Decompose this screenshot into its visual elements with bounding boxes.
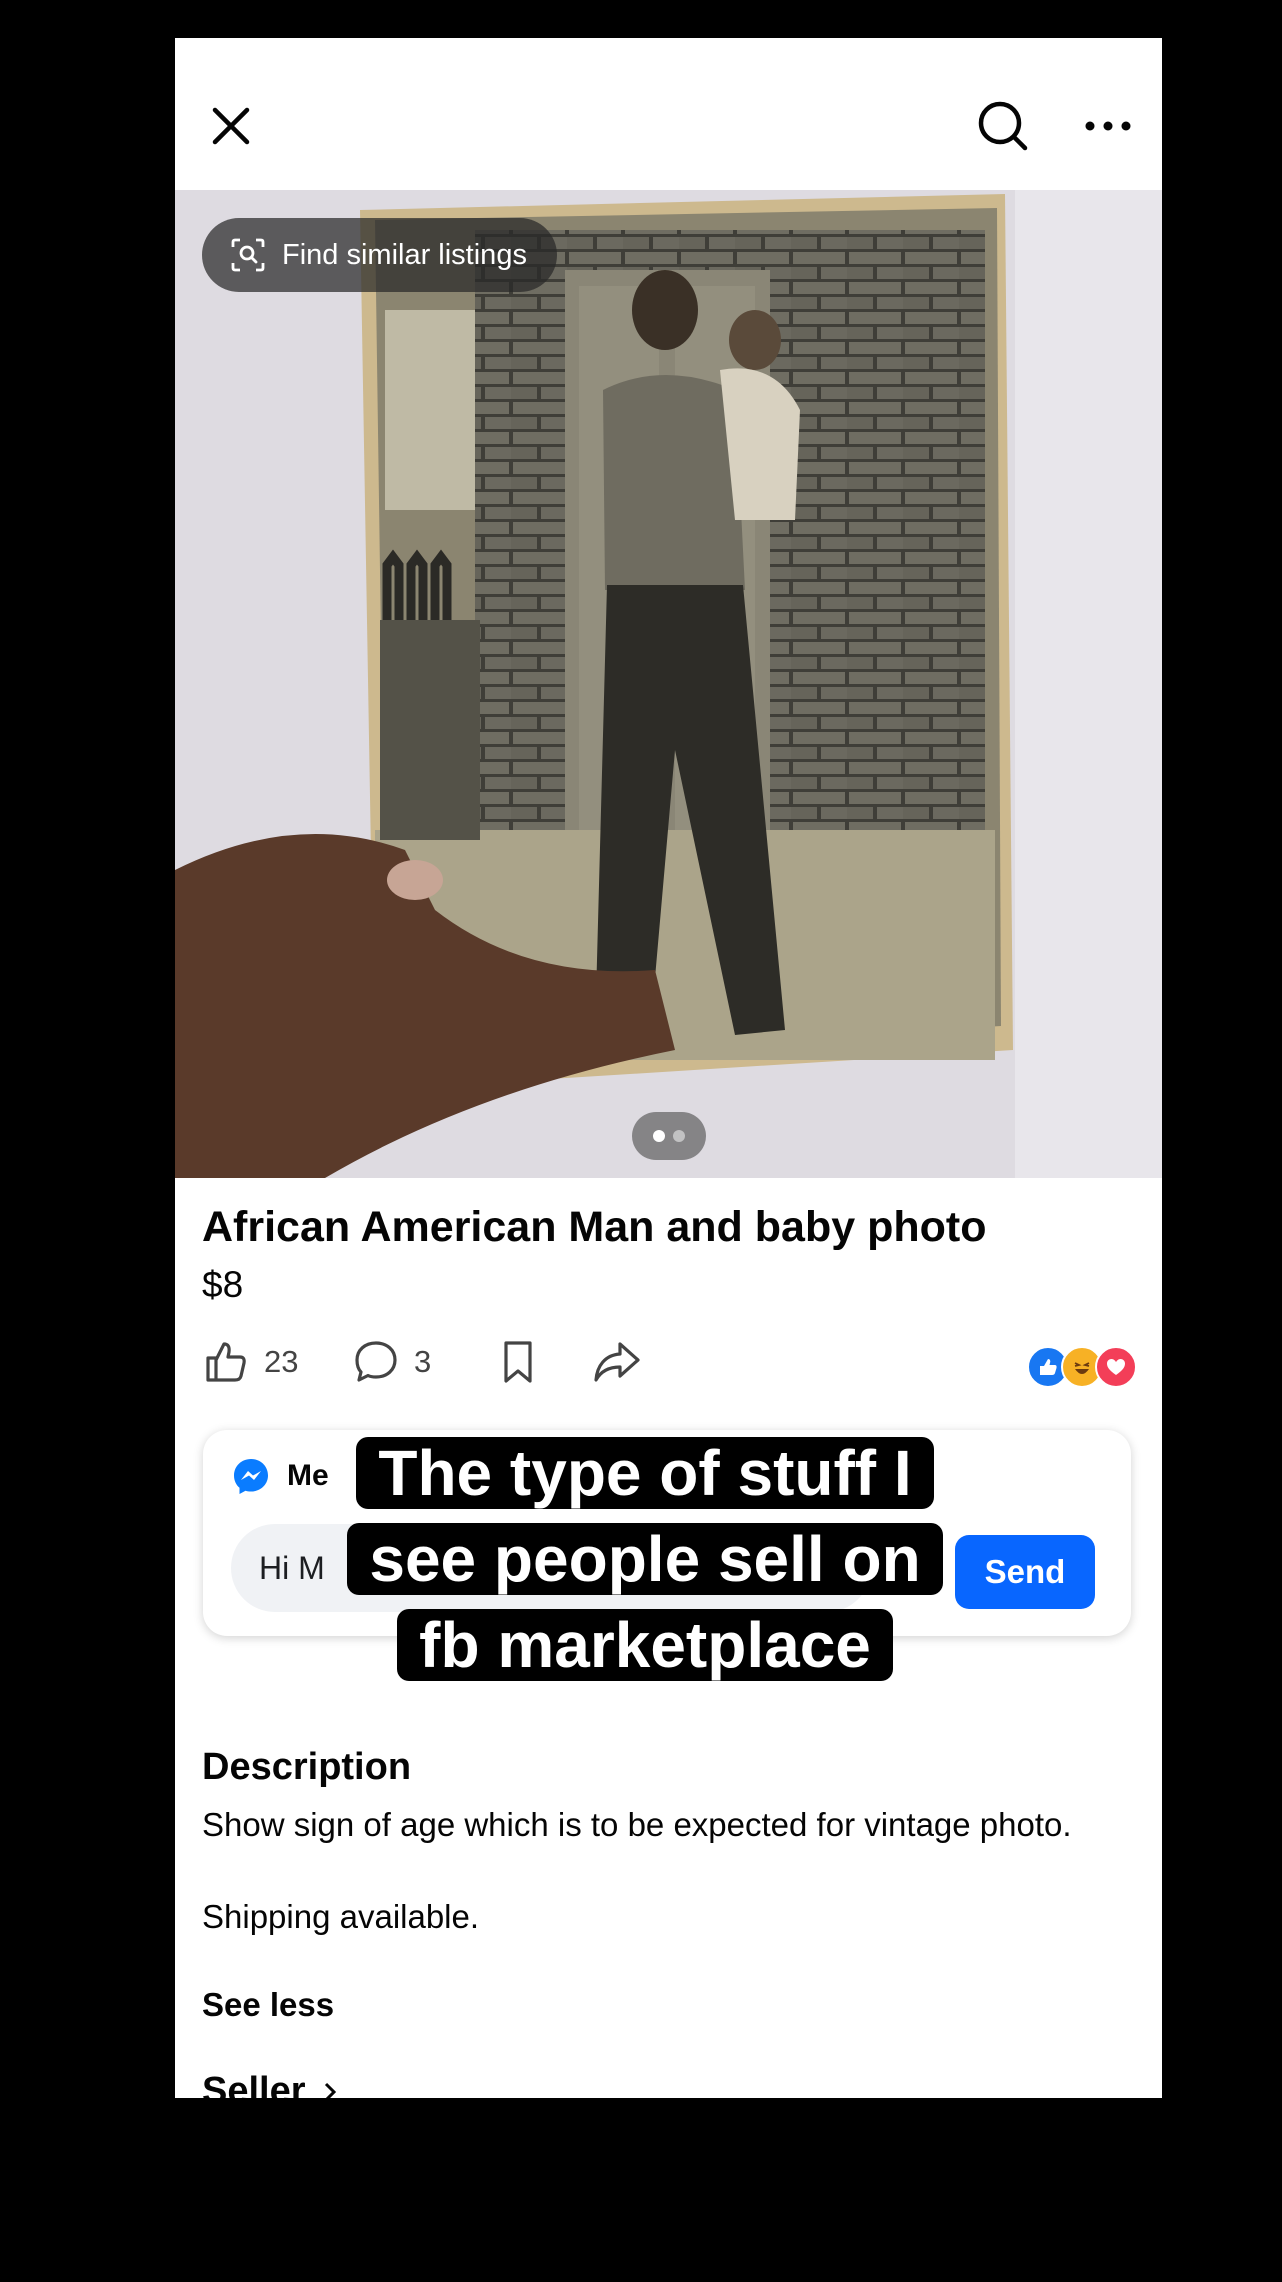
comment-icon <box>355 1341 397 1382</box>
messenger-header: Me <box>231 1456 329 1496</box>
search-icon[interactable] <box>975 98 1031 154</box>
listing-photo[interactable]: Find similar listings <box>175 190 1162 1178</box>
messenger-icon <box>234 1459 268 1494</box>
action-bar: 23 3 <box>202 1338 1137 1398</box>
messenger-label: Me <box>287 1459 329 1492</box>
find-similar-label: Find similar listings <box>282 238 527 271</box>
share-button[interactable] <box>592 1338 642 1386</box>
description-body: Show sign of age which is to be expected… <box>202 1806 1072 1843</box>
caption-line-2: see people sell on <box>347 1523 943 1595</box>
see-less-link[interactable]: See less <box>202 1986 334 2024</box>
message-input-value: Hi M <box>259 1549 325 1586</box>
send-button[interactable]: Send <box>955 1535 1095 1609</box>
description-shipping: Shipping available. <box>202 1898 480 1935</box>
caption-line-1: The type of stuff I <box>356 1437 934 1509</box>
listing-title: African American Man and baby photo <box>202 1203 987 1251</box>
like-button[interactable]: 23 <box>202 1338 298 1386</box>
seller-section-link[interactable]: Seller <box>202 2070 340 2098</box>
find-similar-button[interactable]: Find similar listings <box>202 218 557 292</box>
pagination-dot-active <box>653 1130 665 1142</box>
listing-price: $8 <box>202 1264 244 1305</box>
chevron-right-icon <box>324 2082 336 2098</box>
video-caption-overlay: The type of stuff I see people sell on f… <box>330 1430 960 1688</box>
close-icon[interactable] <box>203 98 259 154</box>
thumbs-up-icon <box>206 1342 246 1382</box>
like-count: 23 <box>264 1344 299 1379</box>
share-icon <box>594 1342 640 1382</box>
description-text: Show sign of age which is to be expected… <box>202 1802 1102 1940</box>
comment-count: 3 <box>414 1344 432 1379</box>
visual-search-icon <box>231 238 265 272</box>
pagination-dot <box>673 1130 685 1142</box>
more-options-icon[interactable] <box>1080 98 1136 154</box>
love-reaction-icon <box>1095 1346 1137 1388</box>
bookmark-icon <box>504 1341 532 1383</box>
caption-line-3: fb marketplace <box>397 1609 893 1681</box>
image-pagination-dots <box>632 1112 706 1160</box>
save-button[interactable] <box>494 1338 542 1386</box>
comment-button[interactable]: 3 <box>352 1338 431 1386</box>
description-heading: Description <box>202 1746 412 1788</box>
top-bar <box>175 38 1162 190</box>
marketplace-listing-screen: Find similar listings African American M… <box>175 38 1162 2098</box>
vintage-photo-illustration <box>175 190 1162 1178</box>
seller-heading: Seller <box>202 2070 306 2098</box>
reaction-summary[interactable] <box>1027 1346 1137 1388</box>
